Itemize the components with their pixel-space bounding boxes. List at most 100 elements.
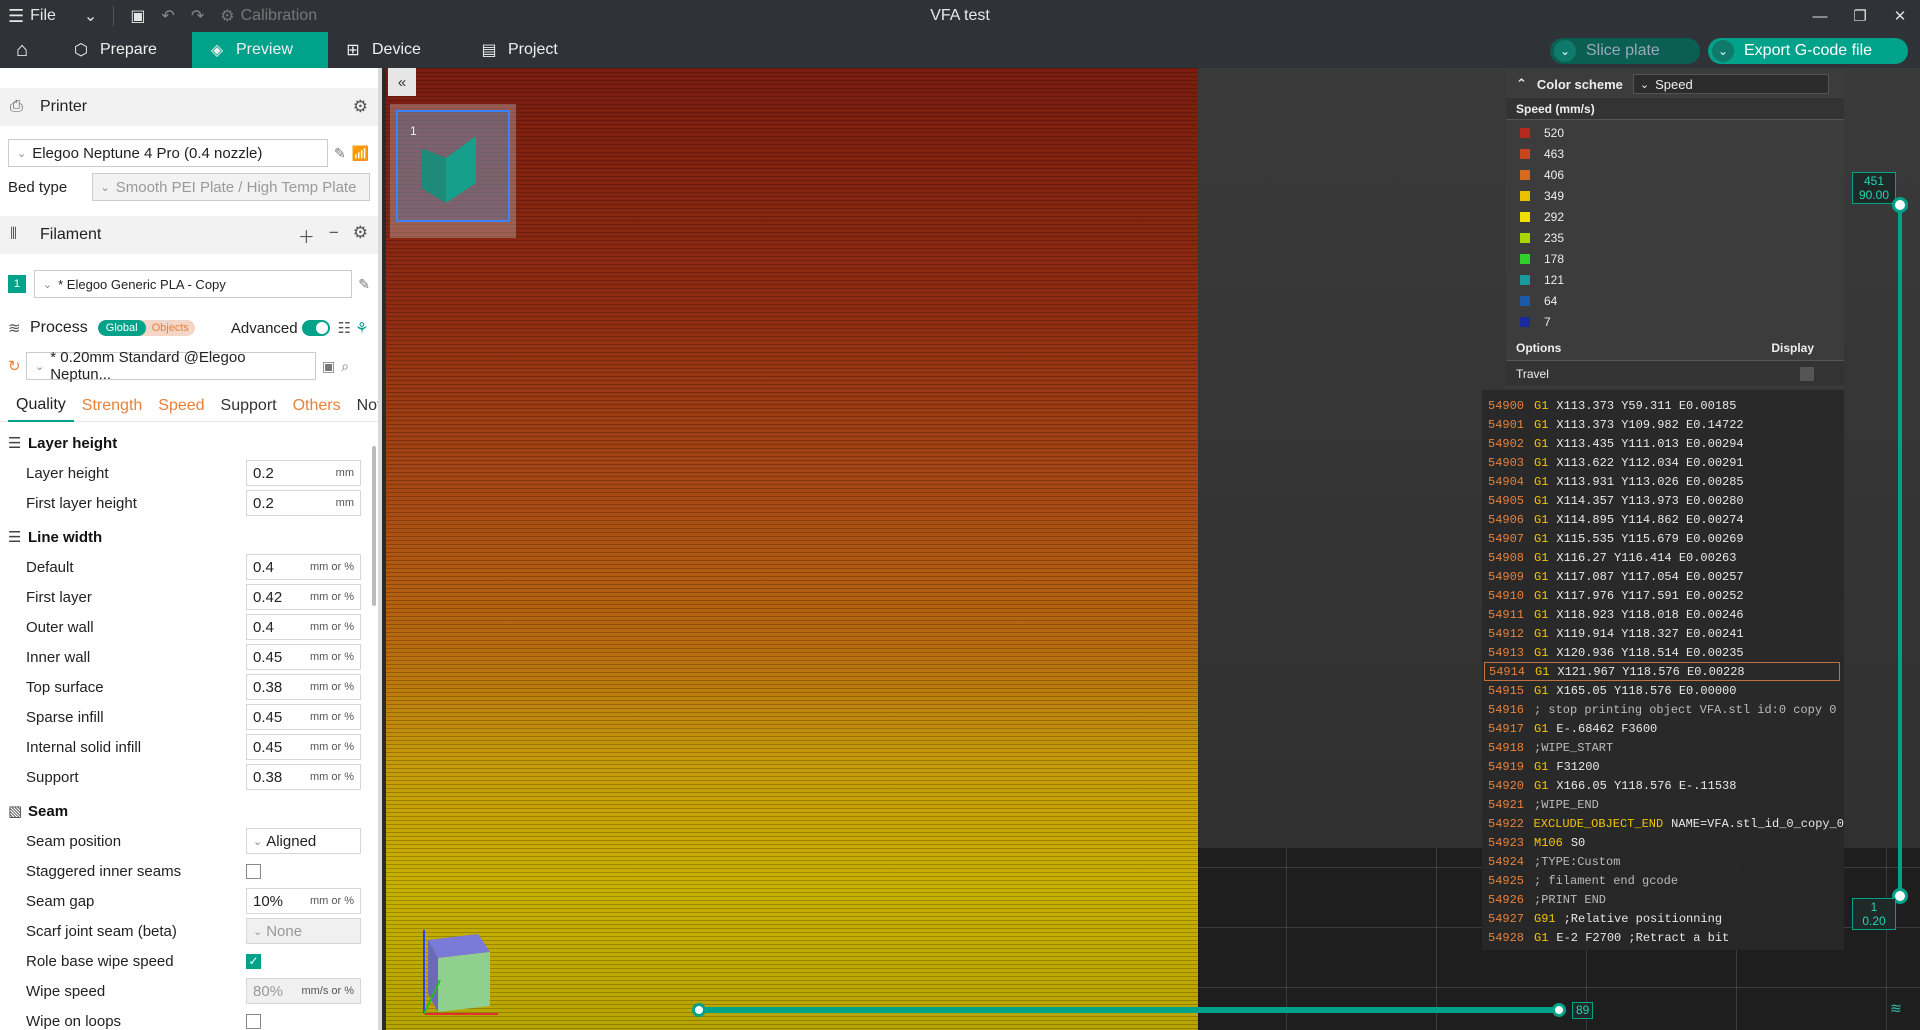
minimize-icon[interactable]: — <box>1800 0 1840 32</box>
home-icon[interactable]: ⌂ <box>0 32 44 68</box>
sidebar-scrollbar[interactable] <box>372 446 376 606</box>
remove-filament-icon[interactable]: − <box>329 223 339 248</box>
file-menu[interactable]: ☰ File <box>0 0 64 32</box>
objects-scope-label[interactable]: Objects <box>146 320 195 336</box>
tab-prepare[interactable]: ⬡ Prepare <box>56 32 192 68</box>
add-filament-icon[interactable]: ＋ <box>298 223 315 248</box>
travel-option-row: Travel <box>1506 360 1844 386</box>
move-slider-start-handle[interactable] <box>692 1003 706 1017</box>
param-row: Wipe speed 80% mm/s or % <box>0 976 378 1006</box>
gcode-line: 54921 ;WIPE_END <box>1482 795 1844 814</box>
line-width-icon: ☰ <box>8 529 22 546</box>
layer-slider-top-handle[interactable] <box>1892 197 1908 213</box>
view-orientation-cube[interactable] <box>408 920 504 1016</box>
top-layer-height: 90.00 <box>1858 188 1890 202</box>
move-slider-end-handle[interactable] <box>1552 1003 1566 1017</box>
seam-position-select[interactable]: ⌄ Aligned <box>246 828 361 854</box>
travel-display-toggle[interactable] <box>1800 366 1814 381</box>
gcode-line: 54900 G1 X113.373 Y59.311 E0.00185 <box>1482 396 1844 415</box>
save-icon[interactable]: ▣ <box>122 0 153 32</box>
scarf-joint-seam-select[interactable]: ⌄ None <box>246 918 361 944</box>
color-scheme-select[interactable]: ⌄ Speed <box>1632 74 1829 94</box>
tab-speed[interactable]: Speed <box>150 390 212 422</box>
staggered-inner-seams-checkbox[interactable] <box>246 863 261 879</box>
plate-thumbnail[interactable]: 1 <box>390 104 516 238</box>
gcode-line: 54923 M106 S0 <box>1482 833 1844 852</box>
compare-icon[interactable]: ⚘ <box>355 319 368 337</box>
edit-icon[interactable]: ✎ <box>358 276 370 293</box>
gcode-arguments: ;WIPE_START <box>1534 740 1614 755</box>
export-gcode-button[interactable]: ⌄ Export G-code file <box>1708 38 1908 64</box>
process-scope-toggle[interactable]: Global Objects <box>97 320 195 336</box>
redo-icon[interactable]: ↷ <box>183 0 212 32</box>
first-layer-line-width-input[interactable]: 0.42 mm or % <box>246 584 361 610</box>
tab-support[interactable]: Support <box>213 390 285 422</box>
slice-plate-button[interactable]: ⌄ Slice plate <box>1550 38 1700 64</box>
chevron-down-icon[interactable]: ⌄ <box>1712 40 1734 62</box>
tab-project[interactable]: ▤ Project <box>464 32 600 68</box>
param-label: First layer <box>26 588 92 606</box>
gcode-line-number: 54927 <box>1488 911 1525 926</box>
gcode-line-number: 54912 <box>1488 626 1525 641</box>
tab-strength[interactable]: Strength <box>74 390 150 422</box>
chevron-down-icon[interactable]: ⌄ <box>1554 40 1576 62</box>
search-icon[interactable]: ⌕ <box>341 358 349 375</box>
move-slider-track[interactable] <box>698 1007 1562 1013</box>
filament-select[interactable]: ⌄ * Elegoo Generic PLA - Copy <box>33 270 353 298</box>
process-preset-select[interactable]: ⌄ * 0.20mm Standard @Elegoo Neptun... <box>26 349 316 383</box>
inner-wall-line-width-input[interactable]: 0.45 mm or % <box>246 644 361 670</box>
gcode-line: 54916 ; stop printing object VFA.stl id:0… <box>1482 700 1844 719</box>
param-label: Seam position <box>26 832 122 850</box>
wifi-icon[interactable]: 📶 <box>352 145 369 162</box>
outer-wall-line-width-input[interactable]: 0.4 mm or % <box>246 614 361 640</box>
legend-value: 235 <box>1544 230 1565 245</box>
tab-device[interactable]: ⊞ Device <box>328 32 464 68</box>
collapse-legend-icon[interactable]: ⌃ <box>1516 76 1527 92</box>
gcode-line: 54907 G1 X115.535 Y115.679 E0.00269 <box>1482 529 1844 548</box>
chevron-down-icon: ⌄ <box>100 181 110 194</box>
settings-gear-icon[interactable]: ⚙ <box>353 97 368 117</box>
printer-select[interactable]: ⌄ Elegoo Neptune 4 Pro (0.4 nozzle) <box>8 139 328 167</box>
collapse-sidebar-icon[interactable]: « <box>388 68 416 96</box>
wipe-speed-input[interactable]: 80% mm/s or % <box>246 978 361 1004</box>
gcode-line: 54901 G1 X113.373 Y109.982 E0.14722 <box>1482 415 1844 434</box>
list-icon[interactable]: ☷ <box>338 319 351 337</box>
top-surface-line-width-input[interactable]: 0.38 mm or % <box>246 674 361 700</box>
layers-stack-icon[interactable]: ≋ <box>1890 1000 1902 1017</box>
global-scope-label[interactable]: Global <box>97 320 146 336</box>
save-preset-icon[interactable]: ▣ <box>322 358 335 375</box>
tab-quality[interactable]: Quality <box>8 390 74 422</box>
reset-icon[interactable]: ↻ <box>8 357 26 375</box>
tab-notes[interactable]: Notes <box>349 390 378 422</box>
internal-solid-infill-line-width-input[interactable]: 0.45 mm or % <box>246 734 361 760</box>
chevron-down-icon: ⌄ <box>253 925 263 938</box>
tab-others[interactable]: Others <box>285 390 349 422</box>
wipe-on-loops-checkbox[interactable] <box>246 1013 261 1029</box>
default-line-width-input[interactable]: 0.4 mm or % <box>246 554 361 580</box>
file-dropdown-chevron-icon[interactable]: ⌄ <box>76 0 105 32</box>
gcode-command: G1 <box>1534 569 1549 584</box>
layer-height-input[interactable]: 0.2 mm <box>246 460 361 486</box>
legend-item: 520 <box>1506 122 1844 143</box>
sparse-infill-line-width-input[interactable]: 0.45 mm or % <box>246 704 361 730</box>
advanced-toggle[interactable] <box>301 320 330 336</box>
role-base-wipe-speed-checkbox[interactable]: ✓ <box>246 953 261 969</box>
calibration-menu[interactable]: ⚙ Calibration <box>212 0 325 32</box>
bed-type-select[interactable]: ⌄ Smooth PEI Plate / High Temp Plate <box>91 173 370 201</box>
support-line-width-input[interactable]: 0.38 mm or % <box>246 764 361 790</box>
edit-icon[interactable]: ✎ <box>334 145 346 162</box>
gcode-line-number: 54902 <box>1488 436 1525 451</box>
undo-icon[interactable]: ↶ <box>153 0 182 32</box>
gcode-command: G1 <box>1534 683 1549 698</box>
gcode-line: 54927 G91 ;Relative positionning <box>1482 909 1844 928</box>
gcode-line-number: 54917 <box>1488 721 1525 736</box>
field-value: 0.38 <box>253 768 283 786</box>
param-label: Top surface <box>26 678 104 696</box>
restore-icon[interactable]: ❐ <box>1840 0 1880 32</box>
first-layer-height-input[interactable]: 0.2 mm <box>246 490 361 516</box>
layer-slider-track[interactable] <box>1898 204 1902 896</box>
tab-preview[interactable]: ◈ Preview <box>192 32 328 68</box>
seam-gap-input[interactable]: 10% mm or % <box>246 888 361 914</box>
close-icon[interactable]: ✕ <box>1880 0 1920 32</box>
filament-settings-gear-icon[interactable]: ⚙ <box>353 223 368 248</box>
